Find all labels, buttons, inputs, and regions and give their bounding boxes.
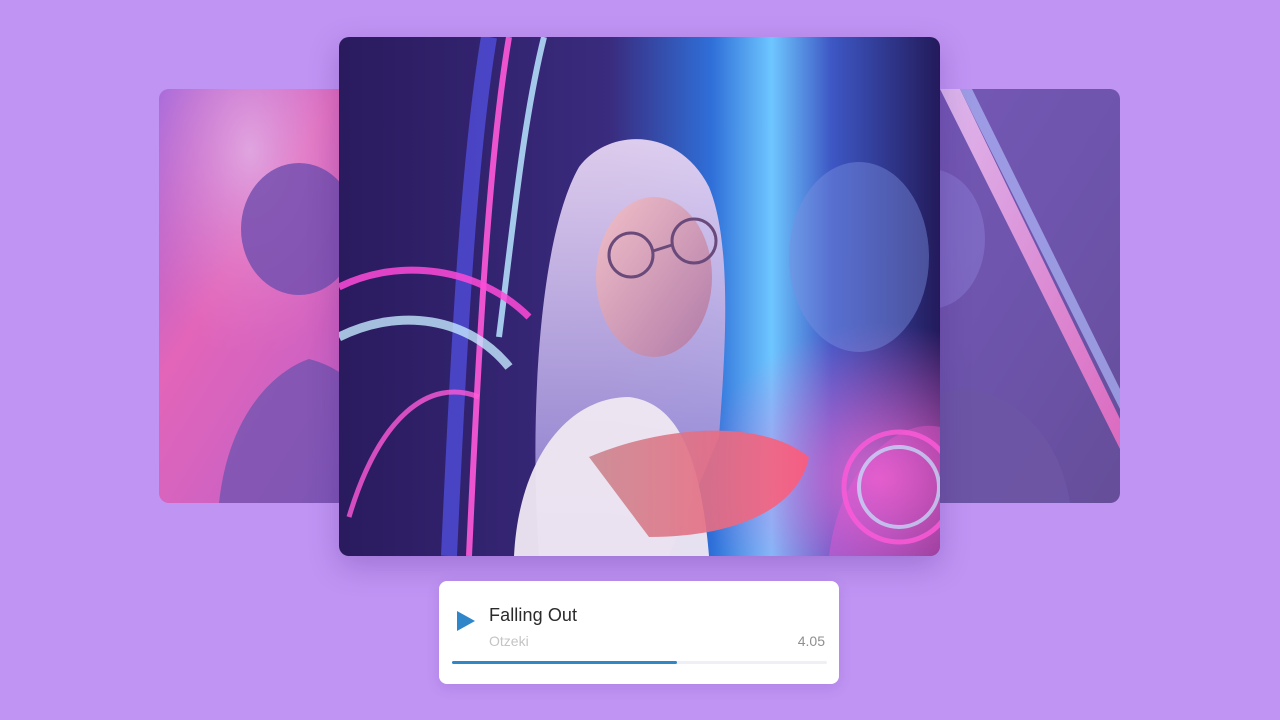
cover-image-current: [339, 37, 940, 556]
audio-player: Falling Out Otzeki 4.05: [439, 581, 839, 684]
cover-card-current[interactable]: [339, 37, 940, 556]
play-button[interactable]: [453, 607, 477, 635]
progress-bar[interactable]: [452, 661, 827, 664]
progress-fill: [452, 661, 677, 664]
track-duration: 4.05: [797, 633, 825, 649]
track-title: Falling Out: [489, 605, 578, 625]
track-artist: Otzeki: [489, 633, 529, 649]
play-icon: [457, 611, 475, 631]
music-carousel: Falling Out Otzeki 4.05: [0, 0, 1280, 720]
